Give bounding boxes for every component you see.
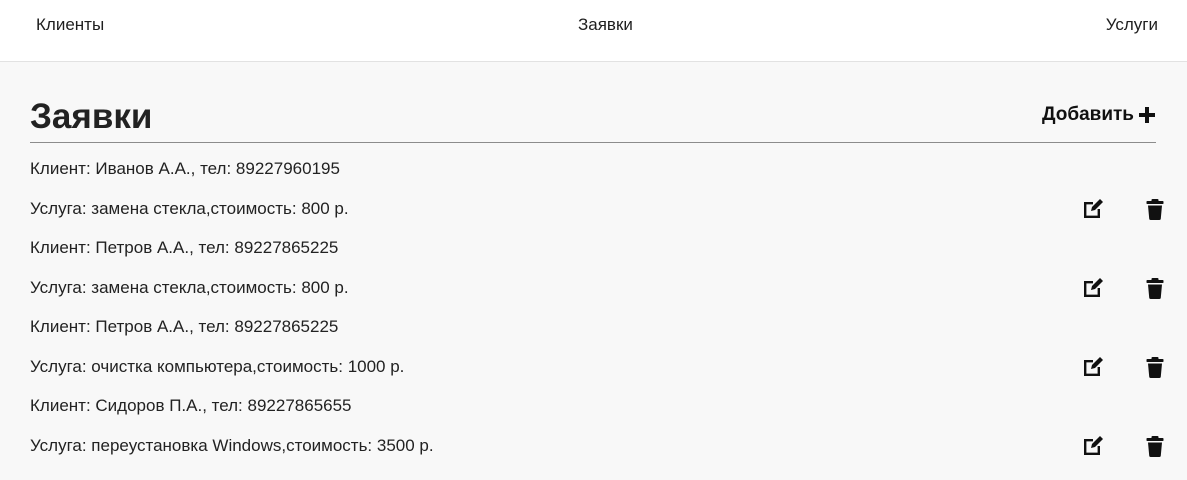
- nav-link-clients[interactable]: Клиенты: [36, 15, 104, 35]
- list-item: Клиент: Петров А.А., тел: 89227865225 Ус…: [30, 301, 1164, 380]
- order-actions: [1066, 434, 1164, 458]
- list-item: Клиент: Иванов А.А., тел: 89227960195 Ус…: [30, 143, 1164, 222]
- delete-button[interactable]: [1143, 355, 1167, 379]
- edit-button[interactable]: [1081, 355, 1105, 379]
- order-client: Клиент: Петров А.А., тел: 89227865225: [30, 238, 339, 257]
- order-service: Услуга: очистка компьютера,стоимость: 10…: [30, 357, 405, 376]
- nav-link-services[interactable]: Услуги: [1106, 15, 1158, 35]
- edit-icon: [1084, 357, 1103, 376]
- top-navigation: Клиенты Заявки Услуги: [0, 0, 1187, 62]
- order-service: Услуга: переустановка Windows,стоимость:…: [30, 436, 434, 455]
- list-item: Клиент: Сидоров П.А., тел: 89227865655 У…: [30, 380, 1164, 459]
- list-item: Клиент: Петров А.А., тел: 89227865225 Ус…: [30, 222, 1164, 301]
- order-service: Услуга: замена стекла,стоимость: 800 р.: [30, 278, 349, 297]
- trash-icon: [1146, 436, 1164, 457]
- order-actions: [1066, 197, 1164, 221]
- trash-icon: [1146, 357, 1164, 378]
- order-client: Клиент: Сидоров П.А., тел: 89227865655: [30, 396, 352, 415]
- edit-icon: [1084, 278, 1103, 297]
- edit-button[interactable]: [1081, 197, 1105, 221]
- delete-button[interactable]: [1143, 197, 1167, 221]
- order-client: Клиент: Иванов А.А., тел: 89227960195: [30, 159, 340, 178]
- delete-button[interactable]: [1143, 276, 1167, 300]
- order-actions: [1066, 276, 1164, 300]
- edit-icon: [1084, 436, 1103, 455]
- add-button-label: Добавить: [1041, 104, 1134, 125]
- page-title: Заявки: [30, 97, 153, 136]
- orders-list: Клиент: Иванов А.А., тел: 89227960195 Ус…: [30, 143, 1164, 459]
- nav-link-orders[interactable]: Заявки: [578, 15, 633, 35]
- order-actions: [1066, 355, 1164, 379]
- order-service: Услуга: замена стекла,стоимость: 800 р.: [30, 199, 349, 218]
- delete-button[interactable]: [1143, 434, 1167, 458]
- main-content: Заявки Добавить Клиент: Иванов А.А., тел…: [30, 62, 1164, 459]
- trash-icon: [1146, 199, 1164, 220]
- plus-icon: [1139, 107, 1155, 123]
- order-client: Клиент: Петров А.А., тел: 89227865225: [30, 317, 339, 336]
- add-button[interactable]: Добавить: [1042, 103, 1156, 127]
- edit-icon: [1084, 199, 1103, 218]
- trash-icon: [1146, 278, 1164, 299]
- edit-button[interactable]: [1081, 276, 1105, 300]
- edit-button[interactable]: [1081, 434, 1105, 458]
- page-header: Заявки Добавить: [30, 62, 1156, 143]
